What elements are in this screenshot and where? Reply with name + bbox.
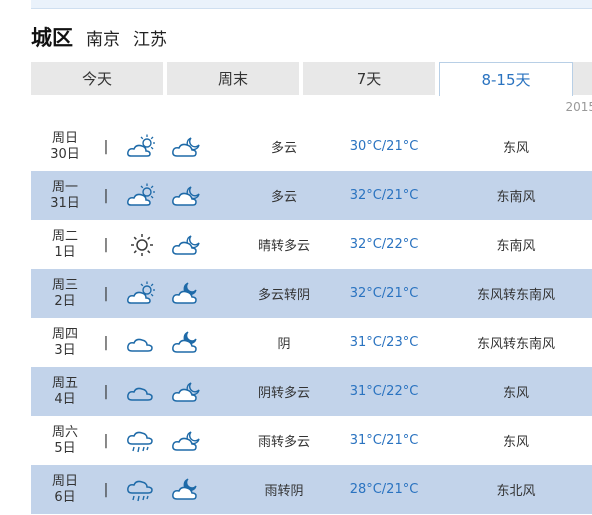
province-name[interactable]: 江苏 bbox=[133, 25, 167, 50]
forecast-row: 周二 1日 | 晴转多云 32°C/22°C 东南风 bbox=[31, 220, 592, 269]
day-label: 5日 bbox=[54, 440, 76, 456]
date-cell: 周五 4日 bbox=[31, 367, 99, 416]
divider: | bbox=[103, 285, 109, 302]
tab-today[interactable]: 今天 bbox=[31, 62, 165, 95]
weekday-label: 周一 bbox=[51, 179, 78, 195]
forecast-row: 周日 30日 | 多云 30°C/21°C 东风 bbox=[31, 122, 592, 171]
temperature-range: 31°C/23°C bbox=[349, 335, 419, 350]
overcast-moon-icon bbox=[168, 269, 204, 318]
top-banner-strip bbox=[31, 0, 592, 9]
date-cell: 周三 2日 bbox=[31, 269, 99, 318]
weekday-label: 周三 bbox=[51, 277, 78, 293]
location-header: 城区 南京 江苏 bbox=[31, 22, 167, 52]
forecast-row: 周一 31日 | 多云 32°C/21°C 东南风 bbox=[31, 171, 592, 220]
day-label: 1日 bbox=[54, 244, 76, 260]
weather-desc: 雨转多云 bbox=[257, 435, 310, 450]
date-cell: 周日 30日 bbox=[31, 122, 99, 171]
tab-bar-filler bbox=[573, 62, 592, 95]
rain-icon bbox=[123, 416, 157, 465]
tab-weekend[interactable]: 周末 bbox=[167, 62, 301, 95]
temperature-range: 32°C/21°C bbox=[349, 286, 419, 301]
weekday-label: 周五 bbox=[51, 375, 78, 391]
day-label: 30日 bbox=[50, 146, 80, 162]
wind-direction: 东风 bbox=[502, 141, 529, 156]
divider: | bbox=[103, 432, 109, 449]
weather-desc: 阴转多云 bbox=[257, 386, 310, 401]
forecast-row: 周四 3日 | 阴 31°C/23°C 东风转东南风 bbox=[31, 318, 592, 367]
forecast-list: 周日 30日 | 多云 30°C/21°C 东风 周一 31日 | 多云 32°… bbox=[31, 122, 592, 514]
divider: | bbox=[103, 138, 109, 155]
temperature-range: 30°C/21°C bbox=[349, 139, 419, 154]
weekday-label: 周二 bbox=[51, 228, 78, 244]
date-cell: 周四 3日 bbox=[31, 318, 99, 367]
day-label: 3日 bbox=[54, 342, 76, 358]
divider: | bbox=[103, 236, 109, 253]
overcast-moon-icon bbox=[168, 465, 204, 514]
cloud-icon bbox=[123, 367, 157, 416]
forecast-row: 周五 4日 | 阴转多云 31°C/22°C 东风 bbox=[31, 367, 592, 416]
district-name: 城区 bbox=[31, 26, 73, 50]
weekday-label: 周日 bbox=[51, 130, 78, 146]
wind-direction: 东风转东南风 bbox=[476, 337, 555, 352]
date-cell: 周日 6日 bbox=[31, 465, 99, 514]
partly-cloudy-icon bbox=[123, 171, 157, 220]
cloudy-moon-icon bbox=[168, 367, 204, 416]
divider: | bbox=[103, 334, 109, 351]
day-label: 31日 bbox=[50, 195, 80, 211]
weather-desc: 多云 bbox=[270, 141, 297, 156]
wind-direction: 东南风 bbox=[496, 239, 536, 254]
weekday-label: 周日 bbox=[51, 473, 78, 489]
weather-desc: 多云转阴 bbox=[257, 288, 310, 303]
temperature-range: 31°C/21°C bbox=[349, 433, 419, 448]
wind-direction: 东风 bbox=[502, 386, 529, 401]
weather-desc: 晴转多云 bbox=[257, 239, 310, 254]
weekday-label: 周四 bbox=[51, 326, 78, 342]
forecast-row: 周六 5日 | 雨转多云 31°C/21°C 东风 bbox=[31, 416, 592, 465]
tab-8-15-days[interactable]: 8-15天 bbox=[439, 62, 573, 96]
weather-desc: 雨转阴 bbox=[264, 484, 304, 499]
temperature-range: 32°C/22°C bbox=[349, 237, 419, 252]
year-label: 2015 bbox=[565, 100, 592, 114]
partly-cloudy-icon bbox=[123, 269, 157, 318]
partly-cloudy-icon bbox=[123, 122, 157, 171]
divider: | bbox=[103, 383, 109, 400]
cloudy-moon-icon bbox=[168, 122, 204, 171]
cloudy-moon-icon bbox=[168, 171, 204, 220]
wind-direction: 东北风 bbox=[496, 484, 536, 499]
divider: | bbox=[103, 187, 109, 204]
tab-7-days[interactable]: 7天 bbox=[303, 62, 437, 95]
temperature-range: 28°C/21°C bbox=[349, 482, 419, 497]
overcast-moon-icon bbox=[168, 318, 204, 367]
day-label: 6日 bbox=[54, 489, 76, 505]
rain-icon bbox=[123, 465, 157, 514]
forecast-tabs: 今天 周末 7天 8-15天 bbox=[31, 62, 592, 96]
cloudy-moon-icon bbox=[168, 220, 204, 269]
city-name[interactable]: 南京 bbox=[86, 25, 120, 50]
temperature-range: 31°C/22°C bbox=[349, 384, 419, 399]
cloud-icon bbox=[123, 318, 157, 367]
sun-icon bbox=[123, 220, 157, 269]
cloudy-moon-icon bbox=[168, 416, 204, 465]
day-label: 2日 bbox=[54, 293, 76, 309]
date-cell: 周六 5日 bbox=[31, 416, 99, 465]
wind-direction: 东风转东南风 bbox=[476, 288, 555, 303]
date-cell: 周二 1日 bbox=[31, 220, 99, 269]
day-label: 4日 bbox=[54, 391, 76, 407]
weekday-label: 周六 bbox=[51, 424, 78, 440]
forecast-row: 周三 2日 | 多云转阴 32°C/21°C 东风转东南风 bbox=[31, 269, 592, 318]
temperature-range: 32°C/21°C bbox=[349, 188, 419, 203]
wind-direction: 东风 bbox=[502, 435, 529, 450]
date-cell: 周一 31日 bbox=[31, 171, 99, 220]
divider: | bbox=[103, 481, 109, 498]
forecast-row: 周日 6日 | 雨转阴 28°C/21°C 东北风 bbox=[31, 465, 592, 514]
wind-direction: 东南风 bbox=[496, 190, 536, 205]
weather-desc: 阴 bbox=[277, 337, 291, 352]
weather-desc: 多云 bbox=[270, 190, 297, 205]
